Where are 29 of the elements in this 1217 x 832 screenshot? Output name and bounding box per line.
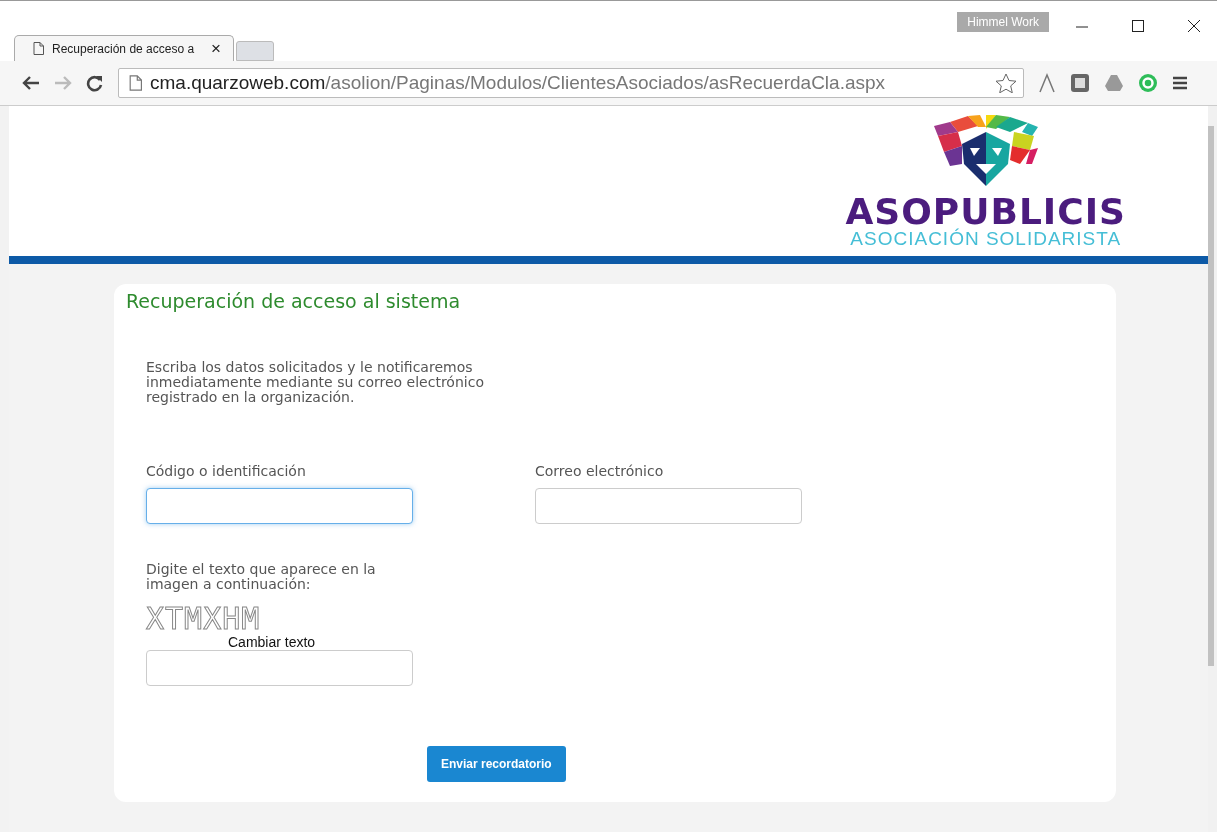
- caret-icon[interactable]: [1038, 73, 1056, 93]
- address-bar[interactable]: cma.quarzoweb.com/asolion/Paginas/Modulos/ClientesAsociados/asRecuerdaCla.aspx: [118, 68, 1024, 98]
- browser-tab[interactable]: Recuperación de acceso a ×: [14, 35, 234, 61]
- input-field[interactable]: [146, 488, 413, 524]
- menu-icon[interactable]: [1172, 75, 1188, 91]
- captcha-image: XTMXHM: [146, 604, 261, 634]
- url-text: cma.quarzoweb.com/asolion/Paginas/Modulos/ClientesAsociados/asRecuerdaCla.aspx: [150, 72, 887, 94]
- reload-icon[interactable]: [86, 74, 104, 92]
- star-icon[interactable]: [995, 73, 1017, 93]
- square-extension-icon[interactable]: [1070, 73, 1090, 93]
- back-icon[interactable]: [22, 75, 40, 91]
- brand-tagline: ASOCIACIÓN SOLIDARISTA: [850, 230, 1122, 248]
- field-label: Código o identificación: [146, 463, 307, 479]
- form-title: Recuperación de acceso al sistema: [126, 290, 461, 312]
- tab-title: Recuperación de acceso a: [52, 41, 196, 56]
- field-label: Correo electrónico: [535, 463, 665, 479]
- send-reminder-button[interactable]: Enviar recordatorio: [427, 746, 566, 782]
- page-icon: [129, 75, 142, 91]
- page-icon: [33, 42, 44, 55]
- close-icon[interactable]: [1187, 19, 1201, 33]
- change-text-link[interactable]: Cambiar texto: [228, 634, 316, 650]
- circle-extension-icon[interactable]: [1138, 73, 1158, 93]
- tab-close-button[interactable]: ×: [211, 38, 221, 59]
- instructions-text: Escriba los datos solicitados y le notificaremos inmediatamente mediante su correo electrónico registrado en la organización.: [146, 360, 485, 405]
- forward-icon[interactable]: [54, 75, 72, 91]
- captcha-input-field[interactable]: [146, 650, 413, 686]
- captcha-instructions: Digite el texto que aparece en la imagen a continuación:: [146, 562, 377, 592]
- maximize-icon[interactable]: [1131, 19, 1145, 33]
- input-field[interactable]: [535, 488, 802, 524]
